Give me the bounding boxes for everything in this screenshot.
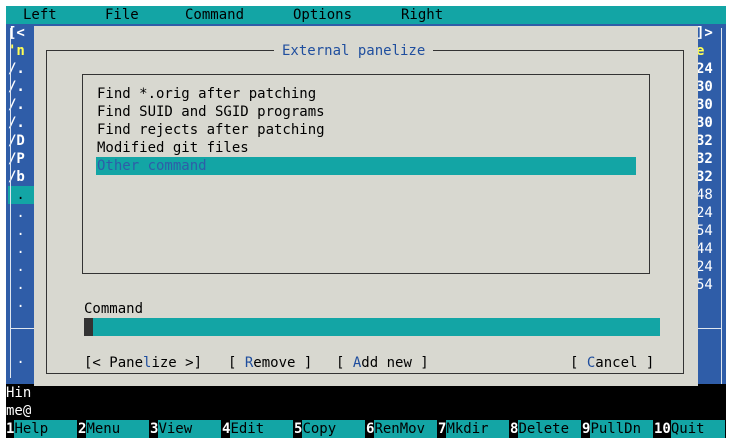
column-header: e [696,43,705,59]
menu-right[interactable]: Right [401,6,443,24]
file-row[interactable]: . [8,240,36,258]
file-row[interactable]: /b [8,168,36,186]
panel-divider [10,328,34,329]
shell-area: Hin me@ [6,384,726,420]
size-cell[interactable]: 44 [696,240,724,258]
panel-header: ]> [696,25,713,41]
menu-left[interactable]: Left [23,6,57,24]
key-renmov[interactable]: 6RenMov [366,420,438,438]
left-panel[interactable]: [< 'n /. /. /. /. /D /P /b . . . . . . .… [8,24,36,390]
key-copy[interactable]: 5Copy [294,420,366,438]
list-item[interactable]: Find *.orig after patching [96,85,636,103]
size-cell[interactable]: 54 [696,222,724,240]
key-edit[interactable]: 4Edit [222,420,294,438]
key-pulldn[interactable]: 9PullDn [582,420,654,438]
menubar: Left File Command Options Right [6,6,726,24]
file-row[interactable]: /D [8,132,36,150]
file-row[interactable]: /P [8,150,36,168]
file-row[interactable]: . [8,276,36,294]
list-item-selected[interactable]: Other command [96,157,636,175]
file-row-selected[interactable]: . [8,186,36,204]
key-delete[interactable]: 8Delete [510,420,582,438]
size-cell[interactable]: 30 [696,114,724,132]
menu-command[interactable]: Command [185,6,244,24]
size-cell[interactable]: 32 [696,150,724,168]
key-quit[interactable]: 10Quit [654,420,726,438]
column-header: 'n [8,43,25,59]
hint-line: Hin [6,385,32,401]
file-row[interactable]: . [8,222,36,240]
list-item[interactable]: Modified git files [96,139,636,157]
text-cursor [84,318,93,336]
list-item[interactable]: Find rejects after patching [96,121,636,139]
panelize-command-list[interactable]: Find *.orig after patching Find SUID and… [82,74,650,274]
panel-border [10,28,11,378]
key-view[interactable]: 3View [150,420,222,438]
panelize-button[interactable]: [< Panelize >] [84,354,202,372]
size-cell[interactable]: 30 [696,78,724,96]
file-row[interactable]: . [8,204,36,222]
size-cell[interactable]: 54 [696,276,724,294]
key-help[interactable]: 1Help [6,420,78,438]
size-cell[interactable]: 24 [696,60,724,78]
cancel-button[interactable]: [ Cancel ] [570,354,654,372]
size-cell[interactable]: 48 [696,186,724,204]
dialog-title: External panelize [274,42,434,60]
file-row[interactable]: . [8,294,36,312]
file-row[interactable]: /. [8,114,36,132]
add-new-button[interactable]: [ Add new ] [336,354,429,372]
shell-prompt[interactable]: me@ [6,402,726,420]
external-panelize-dialog: External panelize Find *.orig after patc… [34,26,698,386]
panel-border [721,28,722,406]
file-row[interactable]: /. [8,78,36,96]
file-row[interactable]: /. [8,96,36,114]
menu-file[interactable]: File [105,6,139,24]
function-keybar: 1Help 2Menu 3View 4Edit 5Copy 6RenMov 7M… [6,420,726,438]
size-cell[interactable]: 32 [696,168,724,186]
size-cell[interactable]: 30 [696,96,724,114]
remove-button[interactable]: [ Remove ] [228,354,312,372]
command-input[interactable] [84,318,660,336]
key-menu[interactable]: 2Menu [78,420,150,438]
panel-header: [< [8,25,25,41]
right-panel[interactable]: ]> e 24 30 30 30 32 32 32 48 24 54 44 24… [690,24,724,424]
panel-divider [698,328,722,329]
terminal-window: Left File Command Options Right [< 'n /.… [6,6,726,438]
command-label: Command [84,301,144,317]
list-item[interactable]: Find SUID and SGID programs [96,103,636,121]
size-cell[interactable]: 24 [696,258,724,276]
file-row[interactable]: /. [8,60,36,78]
size-cell[interactable]: 24 [696,204,724,222]
file-row[interactable]: . [8,258,36,276]
menu-options[interactable]: Options [293,6,352,24]
key-mkdir[interactable]: 7Mkdir [438,420,510,438]
size-cell[interactable]: 32 [696,132,724,150]
